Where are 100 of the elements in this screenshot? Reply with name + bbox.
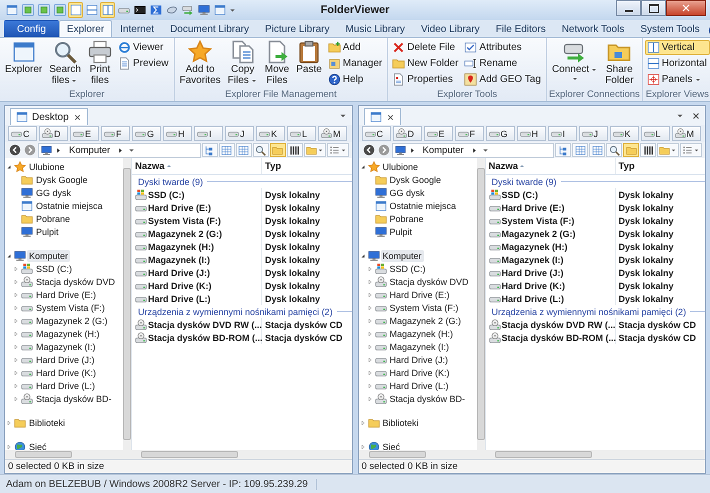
ribbon-tab[interactable]: System Tools	[632, 20, 708, 37]
ribbon-button[interactable]: Add GEO Tag	[462, 72, 544, 87]
close-button[interactable]	[666, 0, 706, 16]
column-header[interactable]: Typ	[262, 158, 352, 174]
drive-button[interactable]: C	[362, 126, 390, 141]
file-name[interactable]: System Vista (F:)	[502, 216, 574, 226]
file-name[interactable]: Magazynek (H:)	[502, 242, 568, 252]
back-button[interactable]	[8, 143, 22, 157]
view-button[interactable]	[252, 143, 268, 157]
ribbon-button[interactable]: Delete File	[390, 40, 462, 55]
column-header[interactable]: Nazwa	[486, 158, 616, 174]
tree-item[interactable]: System Vista (F:)	[388, 302, 460, 314]
ribbon-button[interactable]: Rename	[462, 56, 544, 71]
back-button[interactable]	[362, 143, 376, 157]
ribbon-button[interactable]: Explorer	[2, 39, 46, 76]
ribbon-button[interactable]: Properties	[390, 72, 462, 87]
view-button[interactable]	[606, 143, 622, 157]
tree-item[interactable]: Hard Drive (E:)	[388, 288, 452, 300]
address-bar[interactable]: Komputer	[38, 142, 200, 158]
ribbon-button[interactable]: Print files	[84, 39, 115, 87]
scrollbar-thumb[interactable]	[15, 451, 72, 458]
tree-item[interactable]: Magazynek (H:)	[34, 328, 102, 340]
tree-item[interactable]: Pobrane	[388, 212, 426, 224]
scrollbar[interactable]	[484, 450, 705, 459]
file-name[interactable]: Hard Drive (K:)	[502, 280, 566, 290]
breadcrumb[interactable]: Komputer	[65, 144, 114, 156]
tree-item[interactable]: Ulubione	[27, 160, 67, 172]
ribbon-button[interactable]: Help	[326, 72, 386, 87]
tree-item[interactable]: Hard Drive (L:)	[388, 380, 451, 392]
file-name[interactable]: Stacja dysków DVD RW (...	[148, 320, 262, 330]
tree-item[interactable]: Biblioteki	[27, 416, 68, 428]
tree-item[interactable]: Hard Drive (J:)	[388, 354, 450, 366]
view-button[interactable]	[640, 143, 656, 157]
drive-button[interactable]: C	[8, 126, 37, 141]
ribbon-button[interactable]: Move Files	[262, 39, 292, 87]
ribbon-button[interactable]: Horizontal	[644, 56, 710, 71]
tree-item[interactable]: Pobrane	[34, 212, 72, 224]
ribbon-button[interactable]: Connect	[548, 39, 602, 84]
ribbon-button[interactable]: Add	[326, 40, 386, 55]
drive-button[interactable]: G	[486, 126, 514, 141]
pane-tab[interactable]	[364, 108, 400, 125]
file-name[interactable]: Magazynek (H:)	[148, 242, 214, 252]
tree-item[interactable]: GG dysk	[388, 186, 427, 198]
tree-item[interactable]: Dysk Google	[34, 174, 90, 186]
ribbon-tab[interactable]: Picture Library	[257, 20, 338, 37]
ribbon-button[interactable]: Viewer	[116, 40, 172, 55]
drive-button[interactable]: F	[454, 126, 484, 141]
scrollbar[interactable]	[131, 450, 352, 459]
drive-button[interactable]: M	[672, 126, 700, 141]
tree-item[interactable]: Magazynek (I:)	[388, 340, 452, 352]
tree-item[interactable]: Stacja dysków BD-	[34, 392, 114, 404]
file-name[interactable]: Hard Drive (L:)	[148, 294, 211, 304]
ribbon-button[interactable]: Copy Files	[224, 39, 261, 87]
drive-button[interactable]: L	[640, 126, 670, 141]
drive-button[interactable]: D	[39, 126, 68, 141]
ribbon-button[interactable]: Manager	[326, 56, 386, 71]
tree-item[interactable]: Stacja dysków BD-	[388, 392, 468, 404]
tree-item[interactable]: Stacja dysków DVD	[388, 276, 471, 288]
ribbon-button[interactable]: New Folder	[390, 56, 462, 71]
ribbon-tab[interactable]: Config	[4, 20, 59, 37]
pane-tab[interactable]: Desktop	[10, 108, 88, 125]
tree-item[interactable]: Pulpit	[388, 226, 414, 238]
ribbon-button[interactable]: Attributes	[462, 40, 544, 55]
ribbon-tab[interactable]: Document Library	[162, 20, 257, 37]
group-header[interactable]: Dyski twarde (9)	[138, 176, 204, 186]
toolbar-button[interactable]	[196, 2, 211, 18]
drive-button[interactable]: I	[548, 126, 576, 141]
drive-button[interactable]: I	[194, 126, 223, 141]
drive-button[interactable]: K	[610, 126, 638, 141]
group-header[interactable]: Urządzenia z wymiennymi nośnikami pamięci (2)	[492, 306, 686, 316]
file-name[interactable]: System Vista (F:)	[148, 216, 221, 226]
tree-item[interactable]: Hard Drive (K:)	[388, 366, 452, 378]
scrollbar-thumb[interactable]	[368, 451, 426, 458]
scrollbar-thumb[interactable]	[141, 451, 238, 458]
file-name[interactable]: Magazynek (I:)	[502, 254, 564, 264]
ribbon-tab[interactable]: Internet	[112, 20, 162, 37]
tree-item[interactable]: GG dysk	[34, 186, 74, 198]
tree-item[interactable]: Sieć	[27, 440, 49, 452]
tree-item[interactable]: SSD (C:)	[34, 262, 74, 274]
tree-item[interactable]: System Vista (F:)	[34, 302, 107, 314]
view-button[interactable]	[286, 143, 302, 157]
tree-item[interactable]: Ostatnie miejsca	[388, 200, 458, 212]
tree-item[interactable]: Stacja dysków DVD	[34, 276, 118, 288]
file-name[interactable]: Magazynek (I:)	[148, 254, 210, 264]
ribbon-button[interactable]: Vertical	[644, 40, 710, 55]
file-name[interactable]: Hard Drive (E:)	[148, 202, 212, 212]
file-name[interactable]: Hard Drive (E:)	[502, 202, 565, 212]
group-header[interactable]: Urządzenia z wymiennymi nośnikami pamięci (2)	[138, 306, 333, 316]
group-header[interactable]: Dyski twarde (9)	[492, 176, 557, 186]
ribbon-button[interactable]: Paste	[293, 39, 325, 76]
minimize-button[interactable]	[616, 0, 642, 16]
column-header[interactable]: Typ	[616, 158, 705, 174]
file-name[interactable]: SSD (C:)	[502, 190, 538, 200]
file-name[interactable]: Magazynek 2 (G:)	[502, 228, 576, 238]
tree-item[interactable]: Biblioteki	[380, 416, 421, 428]
drive-button[interactable]: K	[256, 126, 285, 141]
address-bar[interactable]: Komputer	[392, 142, 554, 158]
tree-item[interactable]: Pulpit	[34, 226, 61, 238]
tree-item[interactable]: Magazynek 2 (G:)	[34, 314, 110, 326]
ribbon-button[interactable]: Share Folder	[602, 39, 637, 87]
